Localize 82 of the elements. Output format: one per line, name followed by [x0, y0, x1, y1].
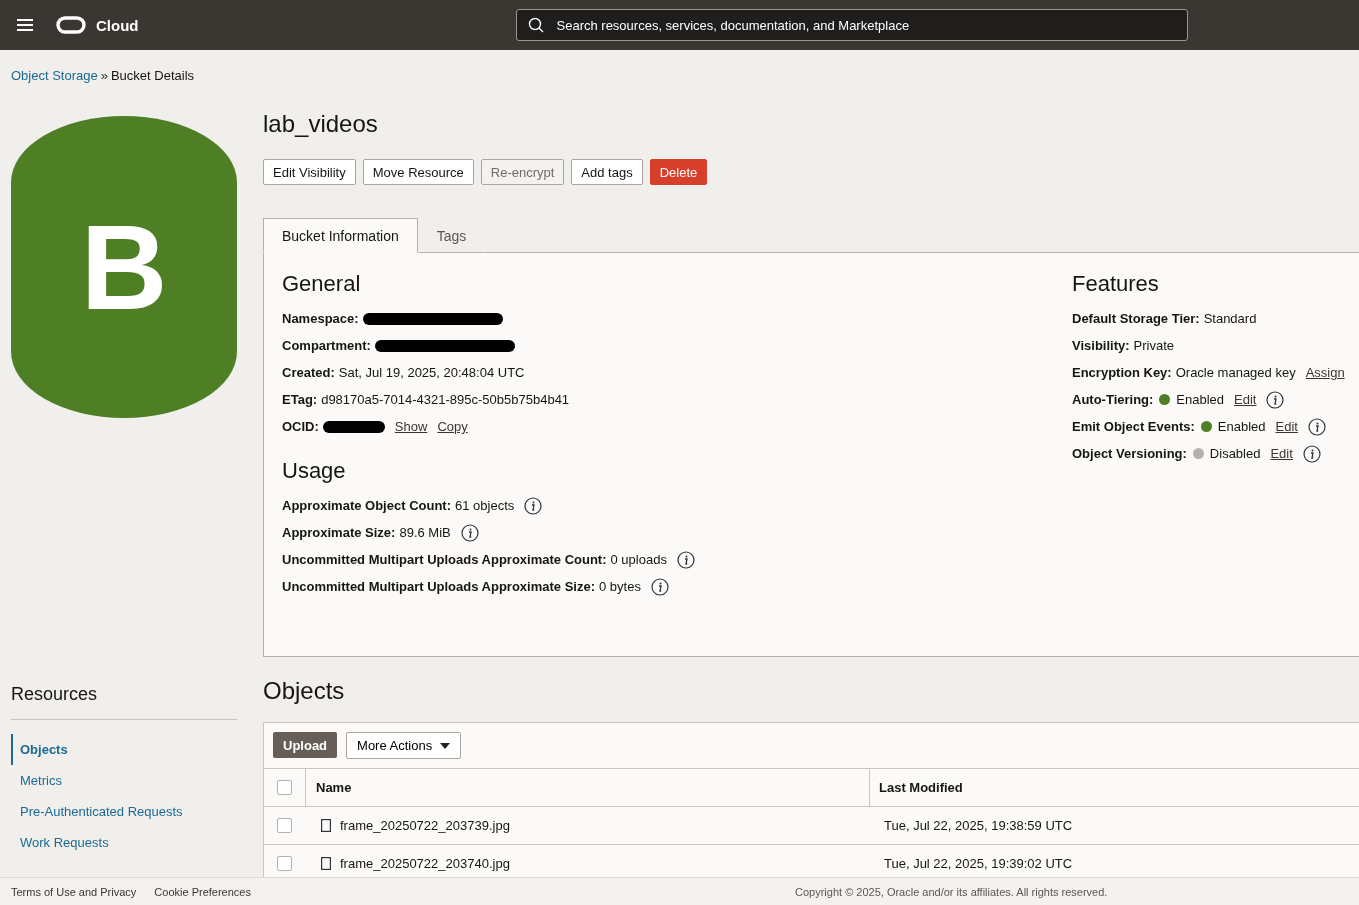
text-link[interactable]: Assign — [1305, 365, 1345, 380]
objects-heading: Objects — [263, 677, 346, 705]
text-link[interactable]: Edit — [1270, 446, 1293, 461]
copyright-text: Copyright © 2025, Oracle and/or its affiliates. All rights reserved. — [795, 885, 1108, 898]
field-label: Uncommitted Multipart Uploads Approximate Size: — [282, 579, 595, 594]
section-heading: Usage — [282, 458, 347, 484]
field-value: Sat, Jul 19, 2025, 20:48:04 UTC — [338, 365, 525, 380]
info-icon[interactable] — [524, 496, 543, 515]
menu-icon[interactable] — [17, 19, 33, 31]
column-header[interactable]: Last Modified — [879, 780, 963, 795]
field-value: 0 uploads — [610, 552, 667, 567]
field-label: Object Versioning: — [1072, 446, 1187, 461]
field-label: Approximate Object Count: — [282, 498, 451, 513]
footer-link[interactable]: Cookie Preferences — [154, 885, 251, 898]
table-cell: Tue, Jul 22, 2025, 19:38:59 UTC — [884, 818, 1073, 833]
brand-name[interactable]: Cloud — [96, 16, 139, 34]
field-label: Approximate Size: — [282, 525, 396, 540]
breadcrumb-current: Bucket Details — [110, 67, 195, 83]
field-value: Enabled — [1217, 419, 1266, 434]
resource-link[interactable]: Objects — [11, 734, 237, 765]
field-label: Emit Object Events: — [1072, 419, 1195, 434]
text-link[interactable]: Edit — [1234, 392, 1257, 407]
caret-icon — [440, 742, 451, 749]
resource-link[interactable]: Pre-Authenticated Requests — [11, 796, 237, 827]
section-heading: Features — [1072, 271, 1160, 297]
column-header[interactable]: Name — [316, 780, 352, 795]
info-icon[interactable] — [1302, 444, 1321, 463]
resource-link[interactable]: Metrics — [11, 765, 237, 796]
file-name[interactable]: frame_20250722_203739.jpg — [340, 818, 510, 833]
text-link[interactable]: Show — [394, 419, 428, 434]
field-value: Oracle managed key — [1175, 365, 1296, 380]
info-icon[interactable] — [460, 523, 479, 542]
table-cell: Tue, Jul 22, 2025, 19:39:02 UTC — [884, 856, 1073, 871]
field-value: Disabled — [1209, 446, 1261, 461]
redaction-mark — [322, 419, 385, 434]
action-button[interactable]: Delete — [649, 159, 708, 185]
field-value: d98170a5-7014-4321-895c-50b5b75b4b41 — [321, 392, 570, 407]
field-value: Enabled — [1176, 392, 1225, 407]
action-button[interactable]: Move Resource — [362, 159, 474, 185]
field-label: Encryption Key: — [1072, 365, 1172, 380]
field-value: 61 objects — [455, 498, 515, 513]
text-link[interactable]: Edit — [1275, 419, 1298, 434]
section-heading: General — [282, 271, 362, 297]
row-checkbox[interactable] — [277, 818, 292, 833]
file-icon — [321, 819, 331, 832]
field-label: Namespace: — [282, 311, 359, 326]
field-label: Default Storage Tier: — [1072, 311, 1200, 326]
upload-button[interactable]: Upload — [273, 732, 338, 758]
field-value: 0 bytes — [599, 579, 641, 594]
field-label: Created: — [282, 365, 335, 380]
info-icon[interactable] — [676, 550, 695, 569]
file-name[interactable]: frame_20250722_203740.jpg — [340, 856, 510, 871]
action-button[interactable]: Add tags — [571, 159, 643, 185]
field-label: OCID: — [282, 419, 319, 434]
field-label: Visibility: — [1072, 338, 1130, 353]
logo-icon[interactable] — [56, 16, 86, 34]
field-label: Uncommitted Multipart Uploads Approximate Count: — [282, 552, 607, 567]
select-all-checkbox[interactable] — [277, 780, 292, 795]
field-label: ETag: — [282, 392, 318, 407]
bucket-avatar: B — [11, 116, 237, 418]
info-icon[interactable] — [1307, 417, 1326, 436]
field-value: Standard — [1203, 311, 1257, 326]
resources-heading: Resources — [11, 684, 237, 720]
field-value: 89.6 MiB — [399, 525, 451, 540]
field-label: Auto-Tiering: — [1072, 392, 1154, 407]
search-icon — [527, 17, 544, 33]
action-button[interactable]: Edit Visibility — [263, 159, 356, 185]
info-icon[interactable] — [1266, 390, 1285, 409]
row-checkbox[interactable] — [277, 856, 292, 871]
footer-link[interactable]: Terms of Use and Privacy — [11, 885, 137, 898]
bucket-title: lab_videos — [263, 110, 379, 139]
text-link[interactable]: Copy — [437, 419, 468, 434]
file-icon — [321, 857, 331, 870]
resource-link[interactable]: Work Requests — [11, 827, 237, 858]
field-label: Compartment: — [282, 338, 371, 353]
info-icon[interactable] — [650, 577, 669, 596]
more-actions-button[interactable]: More Actions — [346, 732, 462, 759]
breadcrumb-separator: » — [100, 67, 108, 83]
breadcrumb-link[interactable]: Object Storage — [11, 67, 98, 83]
search-field[interactable]: Search resources, services, documentation, and Marketplace — [515, 9, 1188, 41]
field-value: Private — [1133, 338, 1175, 353]
tab[interactable]: Bucket Information — [263, 218, 418, 253]
